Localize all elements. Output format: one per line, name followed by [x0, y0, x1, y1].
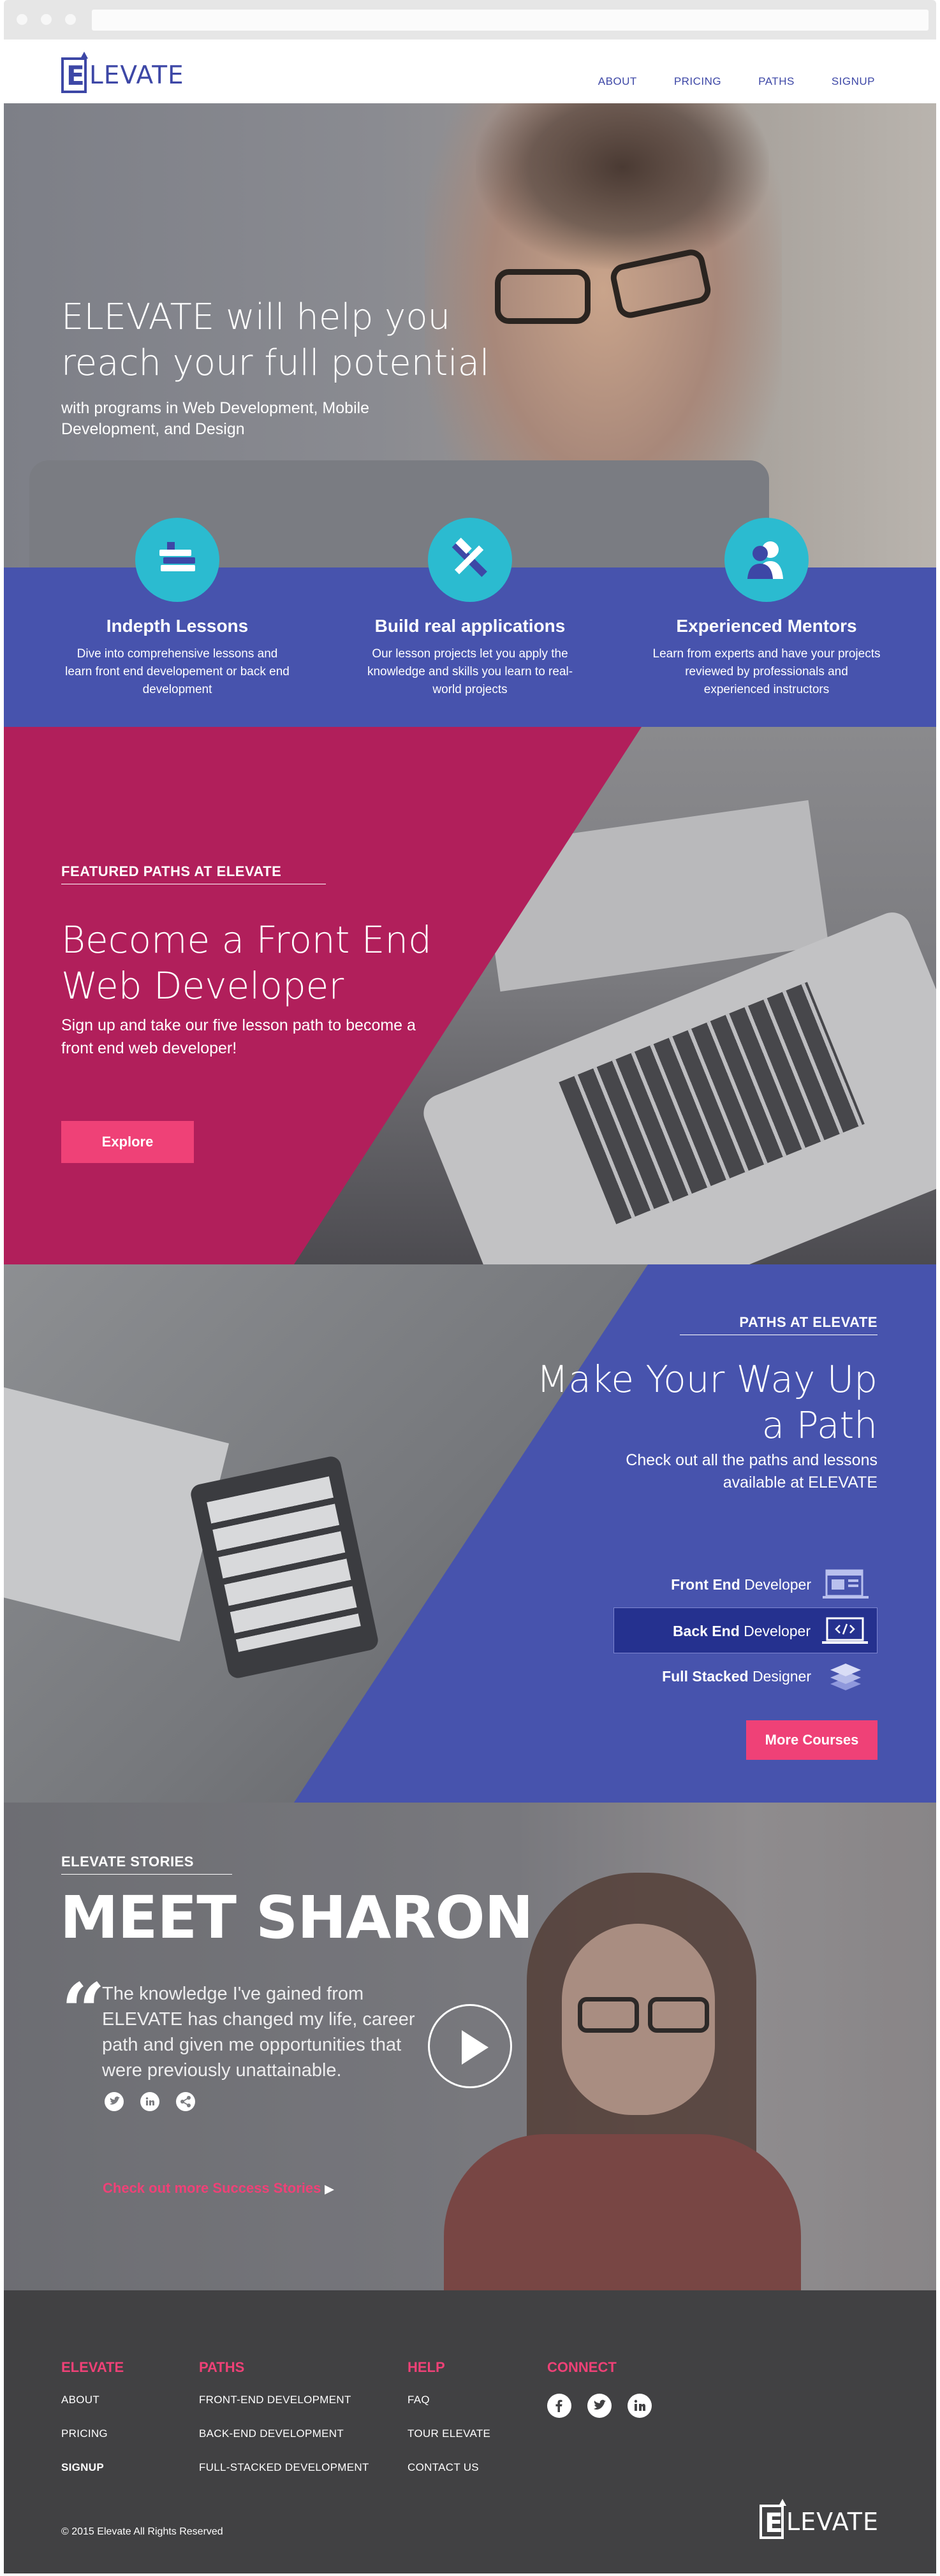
footer-logo-mark: E — [759, 2499, 786, 2539]
chevron-right-icon: ▶ — [325, 2183, 334, 2195]
footer-column-help: HELP FAQ TOUR ELEVATE CONTACT US — [408, 2359, 490, 2495]
stories-title: MEET SHARON — [60, 1884, 534, 1952]
feature-description: Learn from experts and have your project… — [652, 647, 881, 696]
twitter-icon[interactable] — [587, 2394, 612, 2418]
browser-chrome — [4, 0, 936, 40]
testimonial-share-icons — [105, 2091, 232, 2112]
testimonial-quote: The knowledge I've gained from ELEVATE h… — [102, 1984, 415, 2081]
site-logo[interactable]: E LEVATE — [61, 52, 184, 94]
featured-kicker: FEATURED PATHS AT ELEVATE — [61, 863, 326, 884]
featured-description: Sign up and take our five lesson path to… — [61, 1016, 416, 1057]
footer-link-full-stacked[interactable]: FULL-STACKED DEVELOPMENT — [199, 2461, 369, 2474]
footer-column-paths: PATHS FRONT-END DEVELOPMENT BACK-END DEV… — [199, 2359, 369, 2495]
nav-about[interactable]: ABOUT — [598, 75, 637, 88]
site-footer: ELEVATE ABOUT PRICING SIGNUP PATHS FRONT… — [4, 2290, 936, 2573]
more-courses-button[interactable]: More Courses — [746, 1720, 878, 1760]
paths-title: Make Your Way Up a Path — [536, 1358, 878, 1447]
footer-column-elevate: ELEVATE ABOUT PRICING SIGNUP — [61, 2359, 124, 2495]
window-maximize-dot[interactable] — [65, 14, 76, 25]
code-laptop-icon — [822, 1617, 868, 1644]
footer-link-pricing[interactable]: PRICING — [61, 2427, 124, 2440]
feature-title: Build real applications — [374, 616, 566, 636]
footer-logo-letter: E — [764, 2507, 783, 2538]
hero-title: ELEVATE will help you reach your full po… — [61, 296, 490, 384]
footer-heading: CONNECT — [547, 2359, 617, 2375]
window-minimize-dot[interactable] — [41, 14, 52, 25]
footer-heading: PATHS — [199, 2359, 245, 2375]
paths-photo-tablet — [189, 1454, 380, 1680]
address-bar[interactable] — [92, 10, 929, 31]
books-icon — [135, 518, 219, 602]
twitter-icon[interactable] — [105, 2092, 124, 2111]
logo-text: LEVATE — [89, 61, 184, 90]
footer-heading: ELEVATE — [61, 2359, 124, 2375]
logo-mark: E — [61, 52, 88, 93]
footer-link-about[interactable]: ABOUT — [61, 2394, 124, 2406]
site-header: E LEVATE ABOUT PRICING PATHS SIGNUP — [4, 40, 936, 103]
feature-title: Indepth Lessons — [106, 616, 249, 636]
feature-title: Experienced Mentors — [676, 616, 857, 636]
paths-kicker: PATHS AT ELEVATE — [680, 1314, 878, 1335]
featured-path-section: FEATURED PATHS AT ELEVATE Become a Front… — [4, 727, 936, 1264]
stories-section: ELEVATE STORIES MEET SHARON “ The knowle… — [4, 1803, 936, 2290]
success-stories-link-label: Check out more Success Stories — [103, 2180, 321, 2196]
footer-social-icons — [547, 2394, 652, 2418]
linkedin-icon[interactable] — [628, 2394, 652, 2418]
features-strip: Indepth Lessons Dive into comprehensive … — [4, 518, 936, 727]
hero-photo-glasses — [495, 269, 591, 324]
mentors-icon — [724, 518, 809, 602]
explore-button[interactable]: Explore — [61, 1121, 194, 1163]
featured-title: Become a Front End Web Developer — [61, 918, 432, 1007]
facebook-icon[interactable] — [547, 2394, 571, 2418]
footer-link-front-end[interactable]: FRONT-END DEVELOPMENT — [199, 2394, 369, 2406]
footer-column-connect: CONNECT — [547, 2359, 652, 2418]
footer-heading: HELP — [408, 2359, 445, 2375]
path-item-label: Back End Developer — [672, 1623, 811, 1639]
footer-link-signup[interactable]: SIGNUP — [61, 2461, 124, 2474]
feature-description: Our lesson projects let you apply the kn… — [367, 647, 573, 696]
linkedin-icon[interactable] — [140, 2092, 159, 2111]
paths-section: PATHS AT ELEVATE Make Your Way Up a Path… — [4, 1264, 936, 1803]
copyright-text: © 2015 Elevate All Rights Reserved — [61, 2526, 223, 2537]
nav-paths[interactable]: PATHS — [758, 75, 795, 88]
logo-letter: E — [66, 60, 85, 91]
paths-description: Check out all the paths and lessons avai… — [626, 1451, 878, 1491]
nav-pricing[interactable]: PRICING — [674, 75, 721, 88]
footer-logo-text: LEVATE — [786, 2508, 879, 2536]
path-item-label: Front End Developer — [671, 1576, 811, 1593]
nav-signup[interactable]: SIGNUP — [832, 75, 875, 88]
stories-kicker: ELEVATE STORIES — [61, 1854, 232, 1875]
feature-description: Dive into comprehensive lessons and lear… — [65, 647, 290, 696]
path-item-label: Full Stacked Designer — [662, 1668, 811, 1685]
play-video-button[interactable] — [428, 2004, 512, 2088]
play-icon — [462, 2030, 488, 2065]
path-item-front-end[interactable]: Front End Developer — [613, 1562, 878, 1607]
hero-photo-hair — [476, 103, 769, 269]
hero-section: ELEVATE will help you reach your full po… — [4, 103, 936, 572]
layers-icon — [830, 1664, 861, 1690]
logo-arrow-icon — [778, 2499, 786, 2506]
footer-link-contact[interactable]: CONTACT US — [408, 2461, 490, 2474]
footer-link-back-end[interactable]: BACK-END DEVELOPMENT — [199, 2427, 369, 2440]
path-item-full-stacked[interactable]: Full Stacked Designer — [613, 1653, 878, 1699]
path-item-back-end[interactable]: Back End Developer — [613, 1607, 878, 1653]
hero-subtitle: with programs in Web Development, Mobile… — [61, 399, 370, 438]
browser-window-icon — [823, 1569, 869, 1599]
footer-link-tour[interactable]: TOUR ELEVATE — [408, 2427, 490, 2440]
footer-logo[interactable]: E LEVATE — [759, 2499, 879, 2539]
success-stories-link[interactable]: Check out more Success Stories ▶ — [103, 2180, 334, 2197]
quote-icon: “ — [61, 1966, 106, 2056]
browser-window: E LEVATE ABOUT PRICING PATHS SIGNUP ELEV… — [0, 0, 940, 2576]
footer-link-faq[interactable]: FAQ — [408, 2394, 490, 2406]
tools-icon — [428, 518, 512, 602]
logo-arrow-icon — [80, 52, 88, 59]
share-icon[interactable] — [176, 2092, 195, 2111]
window-close-dot[interactable] — [17, 14, 27, 25]
main-nav: ABOUT PRICING PATHS SIGNUP — [598, 75, 875, 88]
web-page: E LEVATE ABOUT PRICING PATHS SIGNUP ELEV… — [4, 40, 936, 2573]
